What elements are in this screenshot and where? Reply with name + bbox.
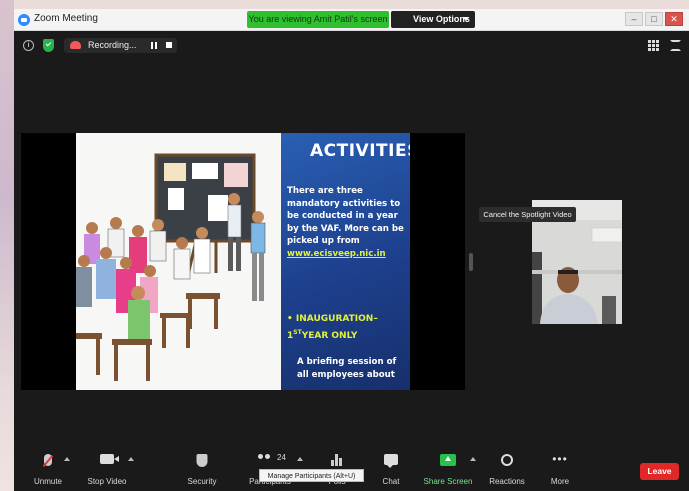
viewing-screen-banner: You are viewing Amit Patil's screen <box>247 11 389 28</box>
info-icon[interactable]: i <box>23 40 34 51</box>
slide-bullet-line1: • INAUGURATION– <box>287 314 378 324</box>
zoom-logo-icon <box>18 14 30 26</box>
meeting-toolbar: Unmute Stop Video Security 24 Participan… <box>14 445 689 491</box>
shared-screen: ACTIVITIES There are three mandatory act… <box>21 133 465 390</box>
desktop-background-edge <box>0 0 14 491</box>
slide-heading: ACTIVITIES <box>310 141 410 161</box>
manage-participants-tooltip: Manage Participants (Alt+U) <box>259 469 364 482</box>
bullet-rest: YEAR ONLY <box>301 331 358 341</box>
mic-muted-icon <box>44 454 52 466</box>
more-dots-icon: ••• <box>552 452 568 466</box>
share-screen-button[interactable]: Share Screen <box>418 445 478 491</box>
chat-label: Chat <box>382 477 400 486</box>
more-button[interactable]: ••• More <box>530 445 590 491</box>
participants-count: 24 <box>277 453 286 462</box>
video-camera-icon <box>100 454 119 464</box>
more-label: More <box>550 477 570 486</box>
stop-video-button[interactable]: Stop Video <box>77 445 137 491</box>
stop-icon[interactable] <box>166 42 172 48</box>
security-shield-icon <box>196 454 208 467</box>
slide-body-content: There are three mandatory activities to … <box>287 186 404 247</box>
fullscreen-icon[interactable] <box>670 40 681 51</box>
close-button[interactable]: ✕ <box>665 12 683 26</box>
bullet-superscript: ST <box>293 329 302 336</box>
unmute-button[interactable]: Unmute <box>18 445 78 491</box>
meeting-illustration <box>76 153 266 381</box>
title-bar: Zoom Meeting You are viewing Amit Patil'… <box>14 9 689 31</box>
window-controls: – □ ✕ <box>625 12 683 26</box>
unmute-label: Unmute <box>33 477 62 486</box>
security-button[interactable]: Security <box>172 445 232 491</box>
slide-bullet: • INAUGURATION– 1STYEAR ONLY <box>287 313 407 343</box>
reactions-label: Reactions <box>489 477 525 486</box>
window-title: Zoom Meeting <box>34 13 98 24</box>
grid-view-icon[interactable] <box>648 40 659 51</box>
reactions-smiley-icon <box>501 454 513 466</box>
security-label: Security <box>187 477 217 486</box>
participants-icon: 24 <box>257 453 286 464</box>
polls-button[interactable]: Polls <box>307 445 367 491</box>
stop-video-label: Stop Video <box>87 477 127 486</box>
participants-options-caret-icon[interactable] <box>297 457 303 461</box>
maximize-button[interactable]: □ <box>645 12 663 26</box>
video-options-caret-icon[interactable] <box>128 457 134 461</box>
split-view-handle[interactable] <box>469 253 473 271</box>
cancel-spotlight-tooltip[interactable]: Cancel the Spotlight Video <box>479 207 576 222</box>
shield-icon[interactable] <box>43 39 54 52</box>
pause-icon[interactable] <box>151 42 157 49</box>
chat-bubble-icon <box>384 454 398 468</box>
participants-button[interactable]: 24 Participants <box>240 445 300 491</box>
recording-label: Recording... <box>88 40 137 50</box>
view-options-label: View Options <box>413 14 470 24</box>
recording-indicator: Recording... <box>64 38 177 53</box>
share-options-caret-icon[interactable] <box>470 457 476 461</box>
minimize-button[interactable]: – <box>625 12 643 26</box>
slide-bullet-line2: 1STYEAR ONLY <box>287 326 407 343</box>
cloud-record-icon <box>70 41 81 49</box>
meeting-top-strip: i Recording... <box>14 32 689 58</box>
share-screen-icon <box>440 454 456 466</box>
chat-button[interactable]: Chat <box>361 445 421 491</box>
leave-button[interactable]: Leave <box>640 463 679 480</box>
slide-illustration <box>76 133 281 390</box>
view-options-button[interactable]: View Options <box>391 11 475 28</box>
slide-body-text: There are three mandatory activities to … <box>287 185 407 261</box>
presentation-slide: ACTIVITIES There are three mandatory act… <box>76 133 410 390</box>
polls-icon <box>331 454 343 466</box>
slide-text-panel: ACTIVITIES There are three mandatory act… <box>281 133 410 390</box>
slide-link: www.ecisveep.nic.in <box>287 248 386 259</box>
zoom-meeting-window: Zoom Meeting You are viewing Amit Patil'… <box>14 9 689 491</box>
chevron-down-icon <box>463 17 469 21</box>
audio-options-caret-icon[interactable] <box>64 457 70 461</box>
share-screen-label: Share Screen <box>423 477 473 486</box>
reactions-button[interactable]: Reactions <box>477 445 537 491</box>
slide-sub-text: A briefing session of all employees abou… <box>297 357 397 380</box>
